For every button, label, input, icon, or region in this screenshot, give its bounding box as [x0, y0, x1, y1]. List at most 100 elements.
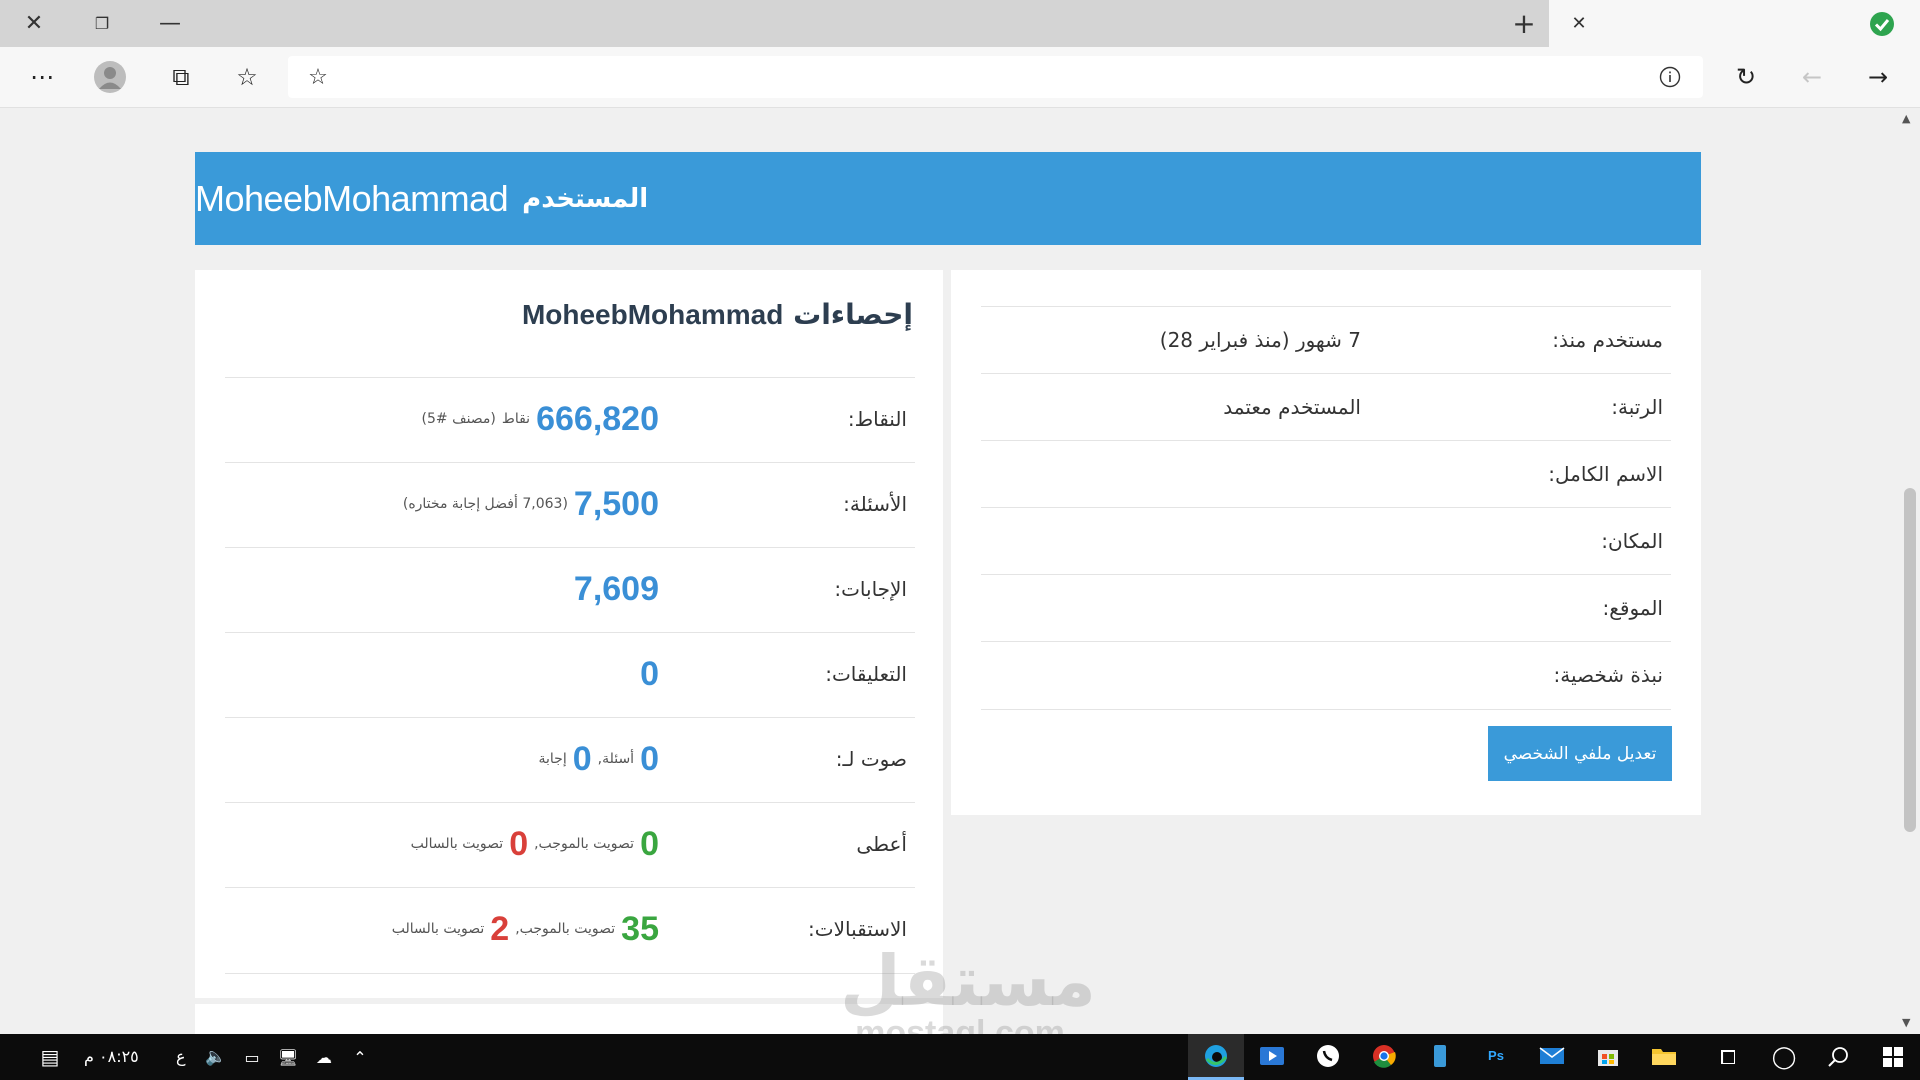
onedrive-icon[interactable]: ☁ [306, 1034, 342, 1080]
edit-profile-button[interactable]: تعديل ملفي الشخصي [1488, 726, 1672, 781]
favorites-list-icon[interactable]: ☆ [221, 47, 273, 107]
add-favorite-star-icon[interactable]: ☆ [292, 47, 344, 107]
gave-down-text: تصويت بالسالب [410, 836, 504, 852]
whatsapp-app-icon[interactable] [1300, 1034, 1356, 1080]
stats-label: صوت لـ: [835, 747, 907, 771]
gave-down-value: 0 [509, 824, 529, 863]
gave-up-text: تصويت بالموجب, [534, 836, 635, 852]
stats-panel: إحصاءات MoheebMohammad النقاط: 666,820 ن… [195, 270, 943, 998]
chrome-app-icon[interactable] [1356, 1034, 1412, 1080]
stats-row-questions: الأسئلة: 7,500 (7,063 أفضل إجابة مختاره) [225, 462, 915, 548]
received-up-value: 35 [621, 909, 659, 948]
address-bar[interactable]: ☆ [288, 56, 1703, 98]
gave-up-value: 0 [640, 824, 659, 863]
more-options-icon[interactable]: ⋯ [16, 47, 68, 107]
taskbar: ▤ ٠٨:٢٥ م ع 🔈 ▭ 🖥 ☁ ⌃ Ps ⧠ ◯ [0, 1034, 1920, 1080]
received-down-text: تصويت بالسالب [391, 921, 485, 937]
battery-icon[interactable]: ▭ [234, 1034, 270, 1080]
new-tab-icon[interactable]: + [1494, 0, 1554, 47]
refresh-icon[interactable]: ↻ [1720, 47, 1772, 107]
cortana-icon[interactable]: ◯ [1760, 1034, 1808, 1080]
stats-row-received: الاستقبالات: 35 تصويت بالموجب, 2 تصويت ب… [225, 887, 915, 974]
voted-answers-text: إجابة [538, 751, 567, 767]
notifications-icon[interactable]: ▤ [22, 1034, 78, 1080]
profile-avatar-icon[interactable] [84, 47, 136, 107]
mail-app-icon[interactable] [1524, 1034, 1580, 1080]
stats-title: إحصاءات MoheebMohammad [522, 298, 913, 331]
scroll-thumb[interactable] [1904, 488, 1916, 832]
profile-row: المكان: [981, 507, 1671, 575]
comments-value: 0 [640, 654, 659, 693]
taskbar-clock[interactable]: ٠٨:٢٥ م [84, 1034, 139, 1080]
close-window-icon[interactable]: ✕ [4, 0, 64, 47]
questions-best-answers: (7,063 أفضل إجابة مختاره) [402, 496, 568, 512]
stats-row-voted-on: صوت لـ: 0 أسئلة, 0 إجابة [225, 717, 915, 803]
site-info-icon[interactable] [1644, 47, 1696, 107]
stats-value: 7,609 [574, 548, 659, 630]
photoshop-app-icon[interactable]: Ps [1468, 1034, 1524, 1080]
media-player-app-icon[interactable] [1244, 1034, 1300, 1080]
banner-username: MoheebMohammad [195, 177, 509, 219]
watermark-arabic: مستقل [840, 940, 1097, 1022]
profile-row-label: مستخدم منذ: [1552, 328, 1663, 352]
stats-value: 666,820 نقاط (مصنف #5) [422, 378, 660, 460]
banner-label: المستخدم [522, 183, 649, 214]
scroll-down-icon[interactable]: ▼ [1902, 1016, 1910, 1029]
browser-toolbar: ⋯ ⧉ ☆ ☆ ↻ ← → [0, 47, 1920, 108]
profile-row: مستخدم منذ: 7 شهور (منذ فبراير 28) [981, 306, 1671, 374]
show-hidden-icons-icon[interactable]: ⌃ [342, 1034, 378, 1080]
received-down-value: 2 [490, 909, 510, 948]
answers-value: 7,609 [573, 569, 659, 608]
page-scrollbar[interactable]: ▲ ▼ [1898, 108, 1920, 1034]
minimize-window-icon[interactable]: — [140, 0, 200, 47]
received-up-text: تصويت بالموجب, [515, 921, 616, 937]
profile-row: الاسم الكامل: [981, 440, 1671, 508]
stats-value: 35 تصويت بالموجب, 2 تصويت بالسالب [392, 888, 659, 970]
active-tab[interactable]: ✕ [1549, 0, 1920, 47]
store-app-icon[interactable] [1580, 1034, 1636, 1080]
stats-label: النقاط: [847, 407, 907, 431]
profile-row: نبذة شخصية: [981, 641, 1671, 710]
start-windows-icon[interactable] [1866, 1034, 1920, 1080]
search-icon[interactable] [1814, 1034, 1862, 1080]
watermark-latin: mostaql.com [855, 1014, 1065, 1034]
profile-row-value: المستخدم معتمد [1223, 395, 1361, 419]
stats-label: الأسئلة: [843, 492, 907, 516]
edge-app-icon[interactable] [1188, 1034, 1244, 1080]
back-arrow-icon[interactable]: ← [1786, 47, 1838, 107]
stats-title-name: MoheebMohammad [521, 299, 784, 330]
stats-row-answers: الإجابات: 7,609 [225, 547, 915, 633]
restore-window-icon[interactable]: ❐ [72, 0, 132, 47]
voted-answers-value: 0 [572, 739, 592, 778]
stats-value: 0 أسئلة, 0 إجابة [539, 718, 660, 800]
close-tab-icon[interactable]: ✕ [1549, 0, 1609, 47]
stats-label: التعليقات: [825, 662, 907, 686]
forward-arrow-icon[interactable]: → [1852, 47, 1904, 107]
points-unit: نقاط [501, 411, 531, 427]
network-icon[interactable]: 🖥 [270, 1034, 306, 1080]
input-language[interactable]: ع [176, 1034, 186, 1080]
volume-icon[interactable]: 🔈 [198, 1034, 234, 1080]
scroll-up-icon[interactable]: ▲ [1902, 112, 1910, 125]
task-view-icon[interactable]: ⧠ [1704, 1034, 1752, 1080]
stats-value: 0 تصويت بالموجب, 0 تصويت بالسالب [411, 803, 659, 885]
questions-value: 7,500 [573, 484, 659, 523]
stats-title-prefix: إحصاءات [793, 298, 913, 331]
collections-icon[interactable]: ⧉ [155, 47, 207, 107]
profile-row-label: الموقع: [1602, 596, 1664, 620]
user-banner: المستخدم MoheebMohammad [195, 152, 1701, 245]
points-value: 666,820 [536, 399, 659, 438]
stats-row-comments: التعليقات: 0 [225, 632, 915, 718]
stats-value: 7,500 (7,063 أفضل إجابة مختاره) [403, 463, 659, 545]
stats-label: أعطى [856, 832, 907, 856]
site-favicon-check-icon [1852, 0, 1912, 47]
voted-questions-value: 0 [640, 739, 659, 778]
address-input[interactable] [344, 64, 1598, 92]
profile-panel: مستخدم منذ: 7 شهور (منذ فبراير 28) الرتب… [951, 270, 1701, 815]
phone-app-icon[interactable] [1412, 1034, 1468, 1080]
watermark: مستقل mostaql.com [840, 940, 1097, 1034]
page-content: المستخدم MoheebMohammad مستخدم منذ: 7 شه… [0, 108, 1920, 1034]
profile-row-label: الرتبة: [1611, 395, 1663, 419]
file-explorer-app-icon[interactable] [1636, 1034, 1692, 1080]
profile-row: الموقع: [981, 574, 1671, 642]
